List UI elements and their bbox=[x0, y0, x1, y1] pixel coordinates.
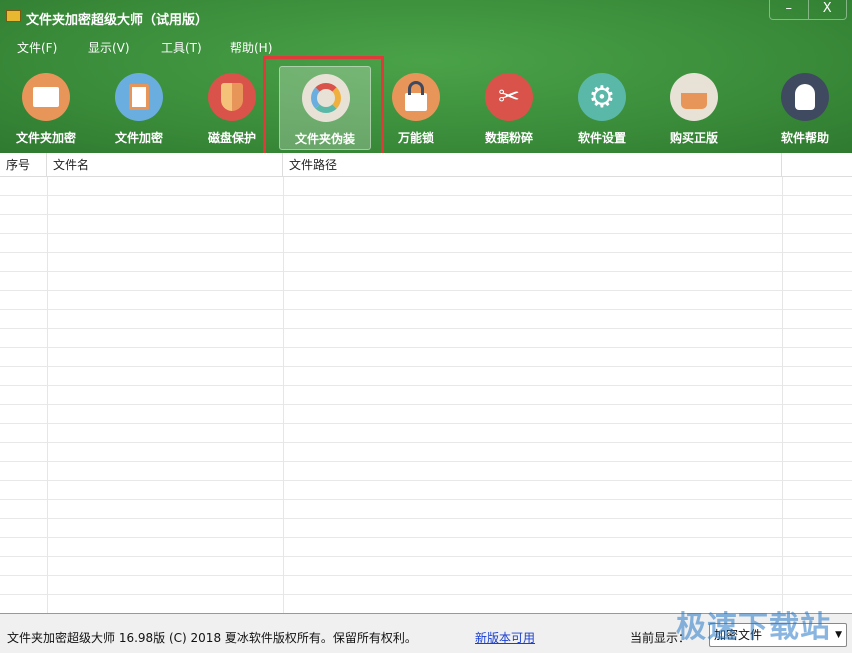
menu-help[interactable]: 帮助(H) bbox=[230, 39, 272, 56]
table-header: 序号 文件名 文件路径 bbox=[0, 153, 852, 177]
header-area: 文件夹加密超级大师（试用版） – X 文件(F) 显示(V) 工具(T) 帮助(… bbox=[0, 0, 852, 153]
app-icon bbox=[6, 10, 21, 22]
col-filename[interactable]: 文件名 bbox=[47, 153, 283, 177]
gear-icon: ⚙ bbox=[578, 73, 626, 121]
window-controls: – X bbox=[769, 0, 847, 20]
update-link[interactable]: 新版本可用 bbox=[475, 629, 535, 646]
minimize-button[interactable]: – bbox=[770, 0, 809, 19]
tool-data-shred[interactable]: ✂ 数据粉碎 bbox=[463, 66, 555, 150]
folder-icon bbox=[22, 73, 70, 121]
col-filepath[interactable]: 文件路径 bbox=[283, 153, 782, 177]
clipboard-icon bbox=[115, 73, 163, 121]
scissors-icon: ✂ bbox=[485, 73, 533, 121]
tool-file-encrypt[interactable]: 文件加密 bbox=[93, 66, 185, 150]
basket-icon bbox=[670, 73, 718, 121]
divider bbox=[782, 177, 783, 613]
highlight-box bbox=[263, 56, 384, 165]
lock-icon bbox=[392, 73, 440, 121]
watermark: 极速下载站 bbox=[676, 610, 831, 645]
shield-icon bbox=[208, 73, 256, 121]
copyright-text: 文件夹加密超级大师 16.98版 (C) 2018 夏冰软件版权所有。保留所有权… bbox=[7, 631, 417, 645]
col-extra[interactable] bbox=[782, 153, 852, 177]
chevron-down-icon: ▼ bbox=[835, 630, 842, 640]
col-index[interactable]: 序号 bbox=[0, 153, 47, 177]
close-button[interactable]: X bbox=[809, 0, 847, 19]
divider bbox=[47, 177, 48, 613]
menu-file[interactable]: 文件(F) bbox=[17, 39, 57, 56]
window-title: 文件夹加密超级大师（试用版） bbox=[26, 13, 209, 28]
tool-help[interactable]: 软件帮助 bbox=[759, 66, 851, 150]
tool-settings[interactable]: ⚙ 软件设置 bbox=[556, 66, 648, 150]
tool-folder-encrypt[interactable]: 文件夹加密 bbox=[0, 66, 92, 150]
menu-view[interactable]: 显示(V) bbox=[88, 39, 130, 56]
user-icon bbox=[781, 73, 829, 121]
menu-tools[interactable]: 工具(T) bbox=[161, 39, 202, 56]
divider bbox=[283, 177, 284, 613]
tool-buy[interactable]: 购买正版 bbox=[648, 66, 740, 150]
file-list[interactable] bbox=[0, 177, 852, 613]
